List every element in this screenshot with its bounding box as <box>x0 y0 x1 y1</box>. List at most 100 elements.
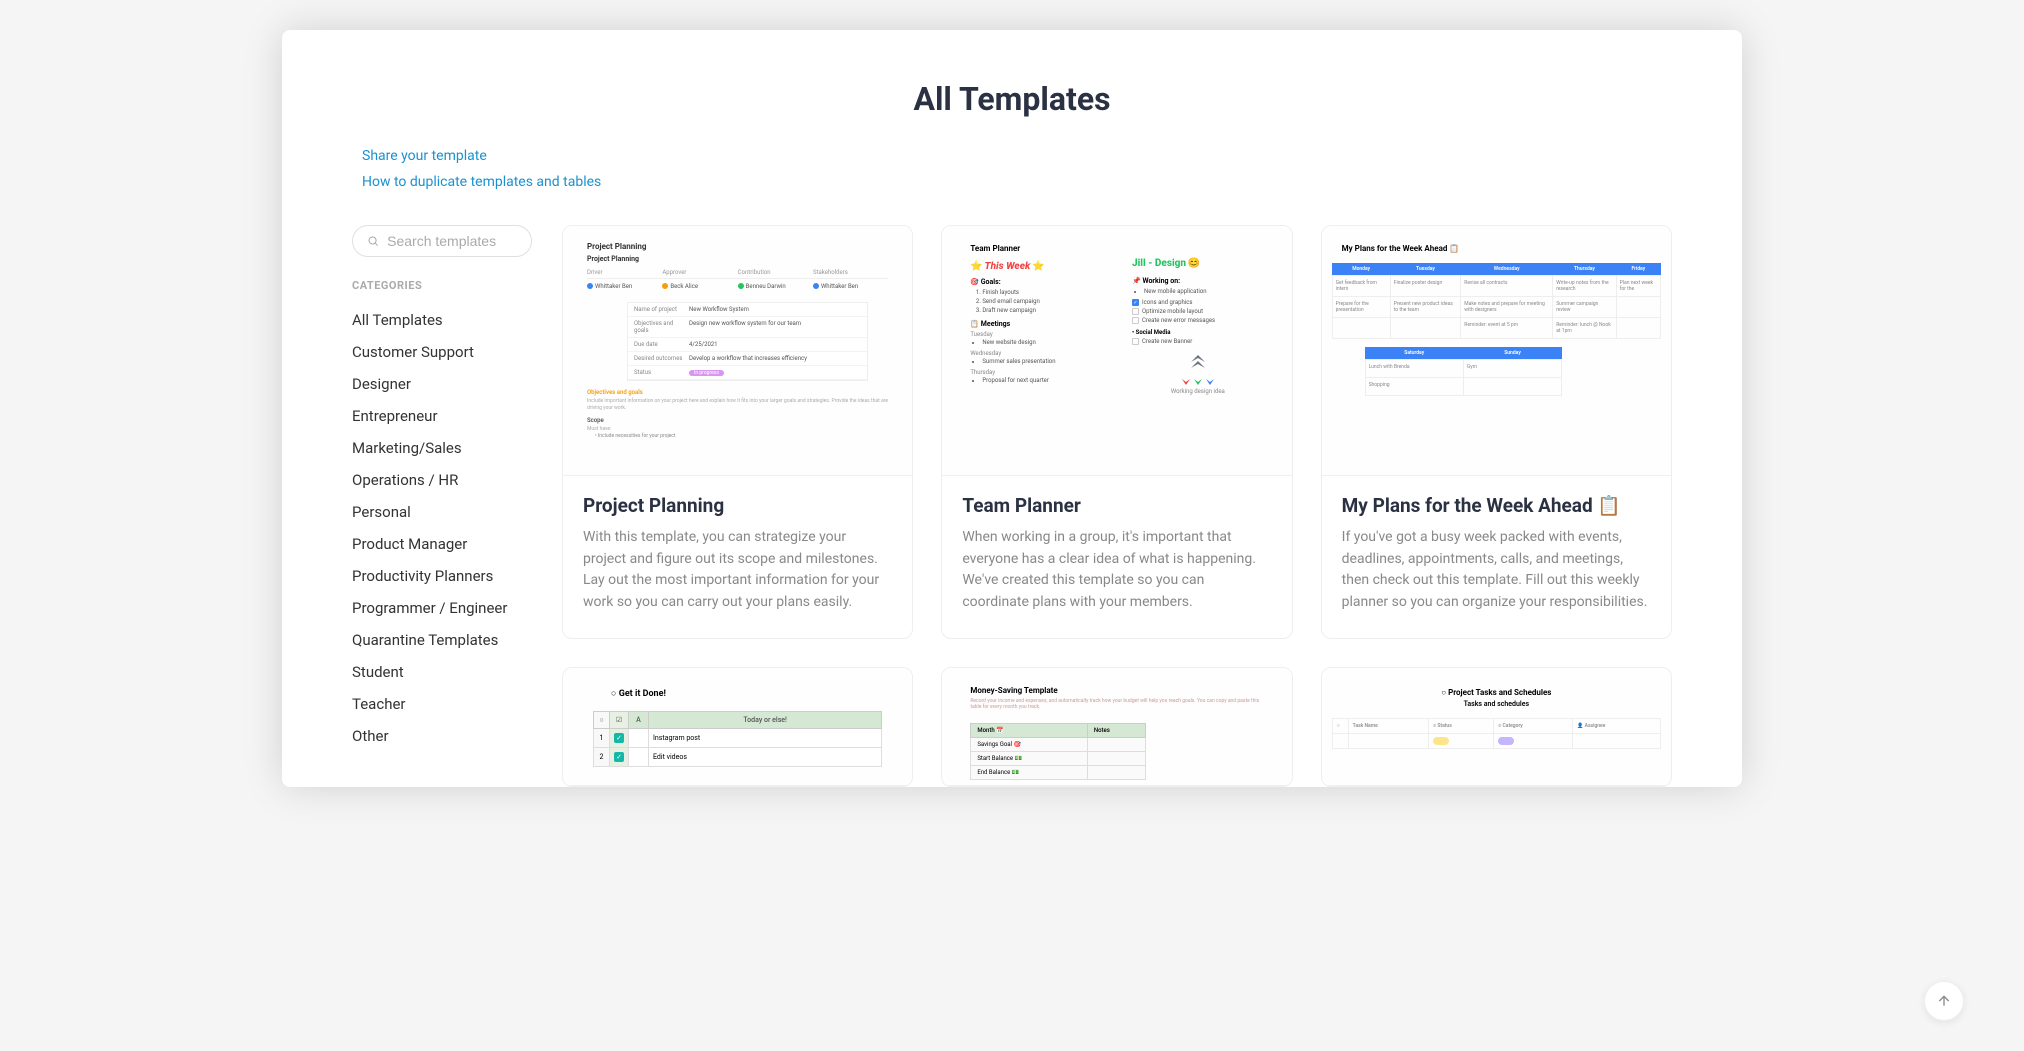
categories-header: CATEGORIES <box>352 279 532 292</box>
cell: Prepare for the presentation <box>1332 297 1390 318</box>
field-label: Desired outcomes <box>634 355 689 362</box>
template-description: With this template, you can strategize y… <box>583 527 892 614</box>
category-designer[interactable]: Designer <box>352 368 532 400</box>
status-badge <box>1433 737 1449 745</box>
template-card-money-saving[interactable]: Money-Saving Template Record your income… <box>941 667 1292 787</box>
cell: Reminder: lunch @ Nook at 1pm <box>1553 318 1616 339</box>
template-preview: Money-Saving Template Record your income… <box>942 668 1291 786</box>
col-header: Month 📅 <box>971 723 1088 737</box>
template-card-week-ahead[interactable]: My Plans for the Week Ahead 📋 Monday Tue… <box>1321 225 1672 639</box>
goal-item: Send email campaign <box>982 298 1102 305</box>
category-product-manager[interactable]: Product Manager <box>352 528 532 560</box>
cell: Revise all contracts <box>1461 276 1553 297</box>
cell: Summer campaign review <box>1553 297 1616 318</box>
template-card-team-planner[interactable]: Team Planner ⭐ This Week ⭐ 🎯 Goals: Fini… <box>941 225 1292 639</box>
sidebar: CATEGORIES All Templates Customer Suppor… <box>352 225 532 787</box>
template-preview: Team Planner ⭐ This Week ⭐ 🎯 Goals: Fini… <box>942 226 1291 476</box>
section-header: Objectives and goals <box>587 389 888 396</box>
checkbox-icon <box>1132 338 1139 345</box>
category-all-templates[interactable]: All Templates <box>352 304 532 336</box>
category-student[interactable]: Student <box>352 656 532 688</box>
field-label: Objectives and goals <box>634 320 689 334</box>
category-customer-support[interactable]: Customer Support <box>352 336 532 368</box>
cell: Edit videos <box>649 747 882 766</box>
template-card-get-it-done[interactable]: ○ Get it Done! ○☑AToday or else! 1✓Insta… <box>562 667 913 787</box>
category-operations-hr[interactable]: Operations / HR <box>352 464 532 496</box>
duplicate-help-link[interactable]: How to duplicate templates and tables <box>362 174 1672 190</box>
category-entrepreneur[interactable]: Entrepreneur <box>352 400 532 432</box>
preview-header: Money-Saving Template <box>970 686 1263 695</box>
col-header: Notes <box>1087 723 1145 737</box>
cell: Present new product ideas to the team <box>1390 297 1461 318</box>
cell: End Balance 💵 <box>971 765 1088 779</box>
preview-header: My Plans for the Week Ahead 📋 <box>1342 244 1661 253</box>
cell <box>1616 318 1660 339</box>
cell: Make notes and prepare for meeting with … <box>1461 297 1553 318</box>
status-badge: In progress <box>689 370 724 376</box>
search-input[interactable] <box>387 233 517 249</box>
logo-label: Working design idea <box>1132 388 1264 395</box>
day-header: Sunday <box>1463 347 1561 360</box>
preview-header: Project Tasks and Schedules <box>1448 688 1551 697</box>
category-quarantine-templates[interactable]: Quarantine Templates <box>352 624 532 656</box>
day-label: Tuesday <box>970 331 1102 338</box>
col-header: Assignee <box>1585 723 1606 729</box>
cell: Finalize poster design <box>1390 276 1461 297</box>
day-label: Wednesday <box>970 350 1102 357</box>
scroll-to-top-button[interactable] <box>1924 981 1964 1021</box>
page-links: Share your template How to duplicate tem… <box>352 148 1672 190</box>
cell: Write-up notes from the research <box>1553 276 1616 297</box>
cell <box>1390 318 1461 339</box>
star-icon: ⭐ <box>970 261 982 272</box>
face-icon: 😊 <box>1188 258 1200 269</box>
category-productivity-planners[interactable]: Productivity Planners <box>352 560 532 592</box>
col-label: Driver <box>587 269 662 276</box>
category-marketing-sales[interactable]: Marketing/Sales <box>352 432 532 464</box>
day-header: Friday <box>1616 263 1660 276</box>
col-header: A <box>629 711 649 728</box>
category-personal[interactable]: Personal <box>352 496 532 528</box>
checkbox-icon: ✓ <box>1132 299 1139 306</box>
cell: Whittaker Ben <box>595 283 632 290</box>
cell: Beck Alice <box>670 283 698 290</box>
cell: Whittaker Ben <box>821 283 858 290</box>
task-label: Optimize mobile layout <box>1142 308 1203 315</box>
template-preview: ○ Get it Done! ○☑AToday or else! 1✓Insta… <box>563 668 912 786</box>
cell: Start Balance 💵 <box>971 751 1088 765</box>
cell: Plan next week for the <box>1616 276 1660 297</box>
goal-item: Finish layouts <box>982 289 1102 296</box>
col-label: Stakeholders <box>813 269 888 276</box>
category-programmer-engineer[interactable]: Programmer / Engineer <box>352 592 532 624</box>
template-preview: ○ Project Tasks and Schedules Tasks and … <box>1322 668 1671 786</box>
template-card-project-planning[interactable]: Project Planning Project Planning Driver… <box>562 225 913 639</box>
checkbox-icon <box>1132 317 1139 324</box>
col-header: Today or else! <box>649 711 882 728</box>
weekday-table: Monday Tuesday Wednesday Thursday Friday… <box>1332 263 1661 339</box>
template-description: When working in a group, it's important … <box>962 527 1271 614</box>
cell: Shopping <box>1365 378 1463 396</box>
field-value: 4/25/2021 <box>689 341 861 348</box>
share-template-link[interactable]: Share your template <box>362 148 1672 164</box>
preview-header: Project Planning <box>587 242 888 251</box>
task-label: Create new Banner <box>1142 338 1192 345</box>
preview-sub: Record your income and expenses, and aut… <box>970 698 1263 711</box>
cell: Reminder: event at 5 pm <box>1461 318 1553 339</box>
star-icon: ⭐ <box>1032 261 1044 272</box>
section-header: Scope <box>587 417 888 424</box>
social-header: Social Media <box>1136 329 1171 336</box>
col-label: Approver <box>662 269 737 276</box>
goals-header: 🎯 Goals: <box>970 278 1102 286</box>
field-label: Due date <box>634 341 689 348</box>
search-box[interactable] <box>352 225 532 257</box>
template-card-project-tasks[interactable]: ○ Project Tasks and Schedules Tasks and … <box>1321 667 1672 787</box>
category-other[interactable]: Other <box>352 720 532 752</box>
arrow-up-icon <box>1936 993 1952 1009</box>
work-item: New mobile application <box>1144 288 1264 295</box>
category-teacher[interactable]: Teacher <box>352 688 532 720</box>
preview-sub: Tasks and schedules <box>1332 700 1661 708</box>
field-value: New Workflow System <box>689 306 861 313</box>
preview-header: Team Planner <box>970 244 1102 253</box>
template-description: If you've got a busy week packed with ev… <box>1342 527 1651 614</box>
template-title: Team Planner <box>962 494 1271 517</box>
day-label: Thursday <box>970 369 1102 376</box>
